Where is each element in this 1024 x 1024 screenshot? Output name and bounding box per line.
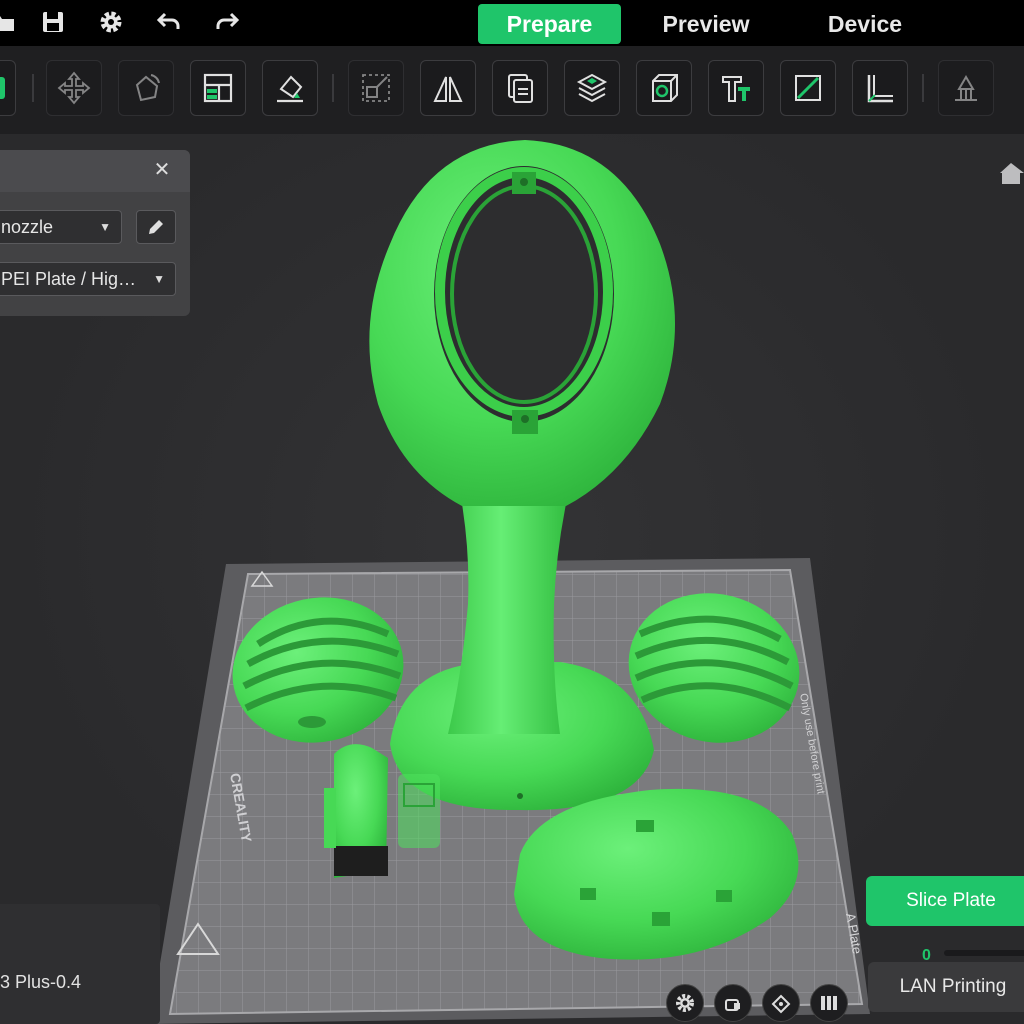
- chevron-down-icon: ▼: [153, 272, 165, 286]
- plate-settings-button[interactable]: [666, 984, 704, 1022]
- measure-icon: [867, 75, 893, 103]
- add-object-icon: [0, 77, 5, 99]
- viewport-bottom-bar: [664, 980, 864, 1024]
- printer-panel: [0, 904, 160, 1024]
- lock-plate-button[interactable]: [714, 984, 752, 1022]
- close-icon[interactable]: ✕: [150, 158, 174, 182]
- tab-prepare[interactable]: Prepare: [478, 4, 621, 44]
- scale-icon: [362, 74, 390, 102]
- toolbar-separator: [32, 74, 34, 102]
- arrange-icon: [203, 73, 233, 103]
- support-paint-button[interactable]: [938, 60, 994, 116]
- menu-bar: Prepare Preview Device: [0, 0, 1024, 46]
- printer-settings-panel: ✕ nozzle ▼ PEI Plate / Hig… ▼: [0, 150, 190, 316]
- redo-icon[interactable]: [210, 6, 244, 38]
- add-object-button[interactable]: [0, 60, 16, 116]
- rotate-icon: [135, 74, 160, 102]
- open-folder-icon[interactable]: [0, 6, 20, 38]
- nozzle-select-value: nozzle: [1, 217, 54, 237]
- view-cube-button[interactable]: [636, 60, 692, 116]
- text-icon: [722, 76, 750, 102]
- lan-printing-button[interactable]: LAN Printing: [868, 962, 1024, 1012]
- toolbar-separator: [332, 74, 334, 102]
- auto-orient-button[interactable]: [762, 984, 800, 1022]
- model-stand[interactable]: [369, 140, 675, 811]
- mirror-icon: [433, 76, 463, 102]
- view-cube-icon: [652, 74, 678, 102]
- app-window: Prepare Preview Device CREALITY A Plate …: [0, 0, 1024, 1024]
- measure-button[interactable]: [852, 60, 908, 116]
- plate-type-select[interactable]: PEI Plate / Hig… ▼: [0, 262, 176, 296]
- copy-button[interactable]: [492, 60, 548, 116]
- nozzle-select[interactable]: nozzle ▼: [0, 210, 122, 244]
- lock-icon: [725, 999, 740, 1011]
- slice-layers-icon: [576, 73, 608, 103]
- arrange-button[interactable]: [190, 60, 246, 116]
- plate-type-value: PEI Plate / Hig…: [1, 269, 137, 289]
- rotate-button[interactable]: [118, 60, 174, 116]
- move-icon: [57, 71, 91, 105]
- edit-nozzle-button[interactable]: [136, 210, 176, 244]
- slice-plate-button[interactable]: Slice Plate: [866, 876, 1024, 926]
- tab-preview[interactable]: Preview: [640, 4, 772, 44]
- pencil-icon: [149, 220, 163, 234]
- copy-icon: [508, 74, 533, 103]
- toolbar-separator: [922, 74, 924, 102]
- scale-button[interactable]: [348, 60, 404, 116]
- settings-gear-icon[interactable]: [94, 6, 128, 38]
- mirror-button[interactable]: [420, 60, 476, 116]
- cut-icon: [795, 75, 821, 101]
- undo-icon[interactable]: [152, 6, 186, 38]
- text-button[interactable]: [708, 60, 764, 116]
- model-connector-part[interactable]: [398, 774, 440, 848]
- lay-on-face-icon: [277, 75, 303, 103]
- arrange-grid-icon: [821, 996, 837, 1010]
- tab-device[interactable]: Device: [800, 4, 930, 44]
- save-icon[interactable]: [36, 6, 70, 38]
- toolbar: [0, 46, 1024, 134]
- support-paint-icon: [955, 75, 977, 101]
- cut-button[interactable]: [780, 60, 836, 116]
- home-view-icon[interactable]: [998, 160, 1024, 186]
- slice-layers-button[interactable]: [564, 60, 620, 116]
- gear-icon: [676, 994, 694, 1012]
- move-button[interactable]: [46, 60, 102, 116]
- printer-name[interactable]: 3 Plus-0.4: [0, 972, 81, 993]
- chevron-down-icon: ▼: [99, 220, 111, 234]
- lay-on-face-button[interactable]: [262, 60, 318, 116]
- auto-orient-icon: [771, 994, 791, 1014]
- auto-arrange-button[interactable]: [810, 984, 848, 1022]
